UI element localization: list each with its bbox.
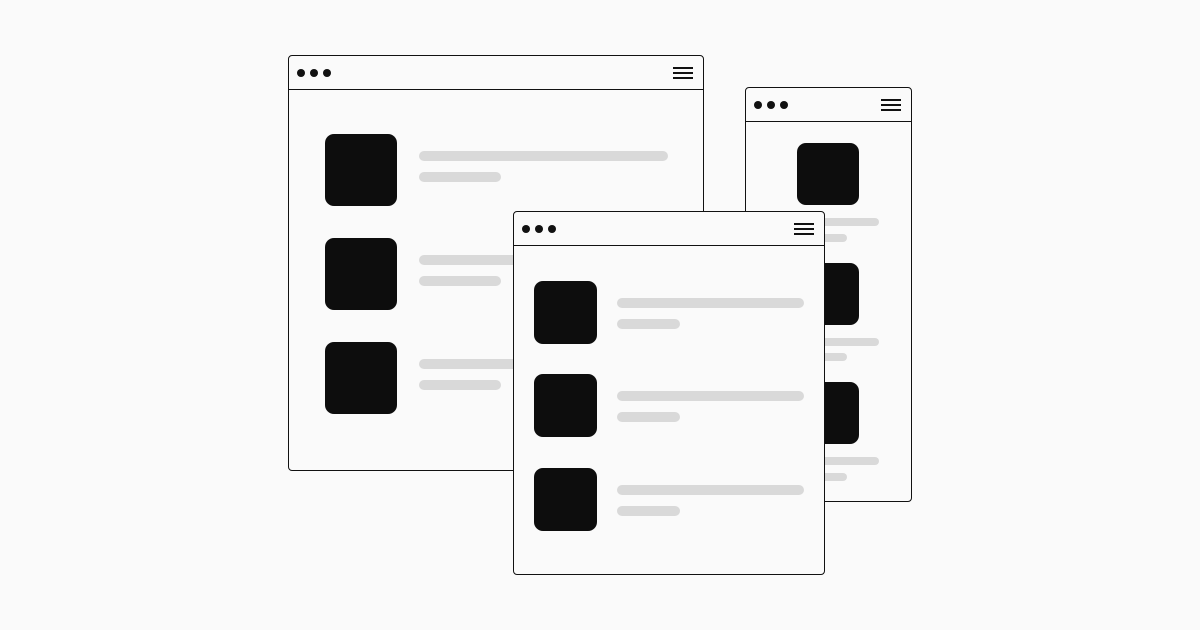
window-dots-icon: [754, 101, 788, 109]
window-titlebar: [746, 88, 911, 122]
text-placeholder-line-short: [617, 506, 680, 516]
list-item-thumbnail: [797, 143, 859, 205]
text-placeholder-line: [617, 298, 804, 308]
text-placeholder-line-short: [419, 380, 501, 390]
hamburger-menu-icon[interactable]: [794, 223, 814, 235]
list-item-thumbnail: [325, 238, 397, 310]
text-placeholder-line: [617, 391, 804, 401]
list-item-thumbnail: [325, 342, 397, 414]
text-placeholder-line-short: [419, 172, 501, 182]
text-placeholder-line-short: [617, 319, 680, 329]
hamburger-menu-icon[interactable]: [881, 99, 901, 111]
list-item-thumbnail: [534, 468, 597, 531]
tablet-window: [513, 211, 825, 575]
text-placeholder-line: [419, 151, 668, 161]
window-titlebar: [289, 56, 703, 90]
hamburger-menu-icon[interactable]: [673, 67, 693, 79]
text-placeholder-line-short: [617, 412, 680, 422]
list-item-thumbnail: [325, 134, 397, 206]
window-titlebar: [514, 212, 824, 246]
text-placeholder-line: [617, 485, 804, 495]
list-item-thumbnail: [534, 374, 597, 437]
window-dots-icon: [297, 69, 331, 77]
window-dots-icon: [522, 225, 556, 233]
list-item-thumbnail: [534, 281, 597, 344]
text-placeholder-line-short: [419, 276, 501, 286]
